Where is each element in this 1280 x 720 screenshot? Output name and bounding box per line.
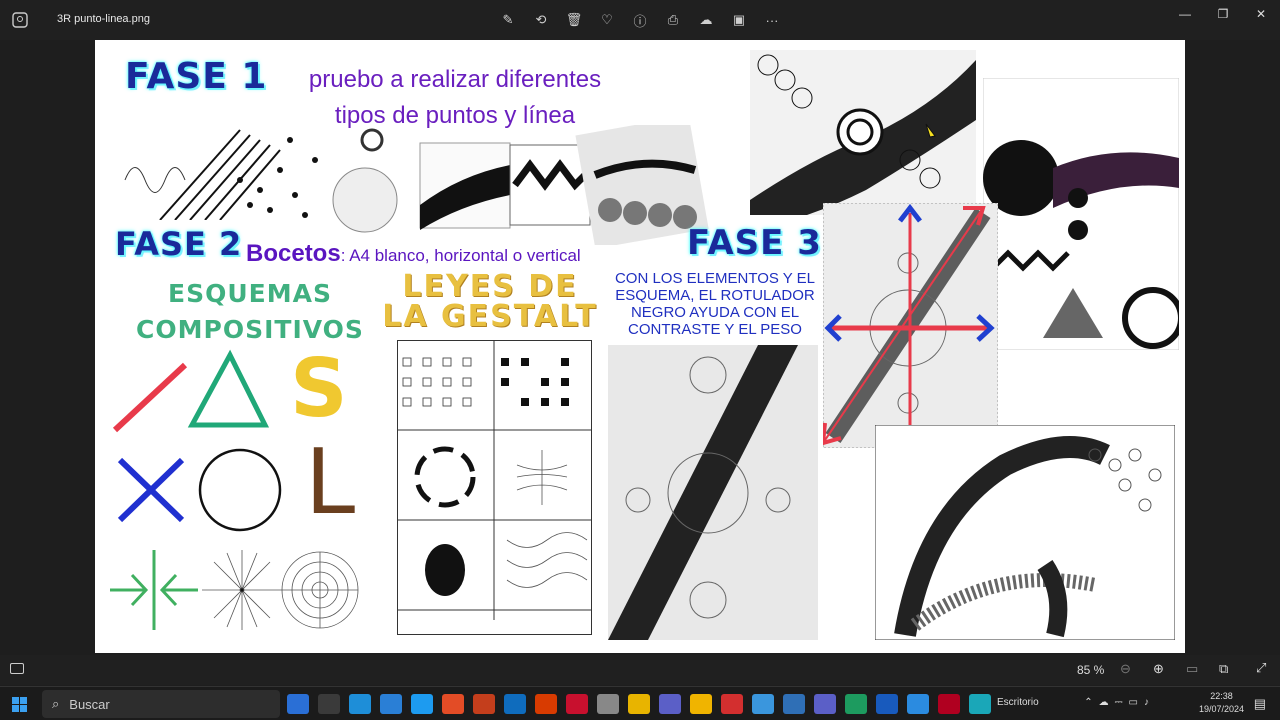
fase1-text-line1: pruebo a realizar diferentes [308,66,602,93]
fase3-line3: NEGRO AYUDA CON EL [630,304,800,321]
fase3-line2: ESQUEMA, EL ROTULADOR [615,287,815,304]
taskbar-app-icon-2[interactable] [318,694,340,714]
fase1-heading: FASE 1 [125,56,268,97]
close-button[interactable]: ✕ [1242,0,1280,28]
taskbar: ⌕ Buscar Escritorio ⌃☁⎓▭♪ 22:38 19/07/20… [0,686,1280,720]
maximize-button[interactable]: ❐ [1204,0,1242,28]
taskbar-app-icon-17[interactable] [783,694,805,714]
image-canvas[interactable]: FASE 1 pruebo a realizar diferentes tipo… [0,40,1280,655]
fullscreen-icon[interactable]: ⤢ [1256,660,1266,676]
windows-start-icon[interactable] [12,697,27,712]
minimize-button[interactable]: — [1166,0,1204,28]
esquemas-heading: ESQUEMAS COMPOSITIVOS [125,276,375,348]
triangle-scheme [187,349,270,428]
window-title: 3R punto-linea.png [57,13,150,25]
artwork-diagonal [608,345,818,640]
clock[interactable]: 22:38 19/07/2024 [1199,690,1244,716]
edit-icon[interactable]: ✎ [497,10,519,30]
bocetos-text: : A4 blanco, horizontal o vertical [340,246,581,265]
esquemas-line1: ESQUEMAS [168,279,332,308]
clock-date: 19/07/2024 [1198,704,1244,714]
zoom-level: 85 % [1077,663,1105,677]
fase3-description: CON LOS ELEMENTOS Y EL ESQUEMA, EL ROTUL… [600,270,830,338]
delete-icon[interactable]: 🗑 [563,10,585,30]
gestalt-laws-sheet [397,340,592,635]
taskbar-app-icon-7[interactable] [473,694,495,714]
taskbar-app-icon-16[interactable] [752,694,774,714]
taskbar-app-icon-23[interactable] [969,694,991,714]
fit-window-icon[interactable]: ▭ [1186,661,1198,677]
taskbar-app-icon-6[interactable] [442,694,464,714]
taskbar-app-icon-14[interactable] [690,694,712,714]
s-scheme: S [290,342,348,435]
taskbar-app-icon-11[interactable] [597,694,619,714]
search-icon: ⌕ [52,696,60,711]
taskbar-app-icon-13[interactable] [659,694,681,714]
pinned-apps [287,694,991,714]
artwork-circles [983,78,1179,350]
taskbar-app-icon-20[interactable] [876,694,898,714]
notifications-icon[interactable]: ▤ [1254,696,1266,712]
rotate-icon[interactable]: ⟲ [530,10,552,30]
fase3-line1: CON LOS ELEMENTOS Y EL [614,270,816,287]
fase3-line4: CONTRASTE Y EL PESO [628,321,802,338]
bocetos-label: Bocetos [246,240,341,267]
composition-arrows-diagram [823,203,998,448]
taskbar-app-icon-8[interactable] [504,694,526,714]
l-scheme: L [305,430,356,535]
taskbar-app-icon-21[interactable] [907,694,929,714]
gestalt-line2: LA GESTALT [382,299,598,334]
taskbar-app-icon-3[interactable] [349,694,371,714]
texture-samples [332,125,709,245]
title-bar: 3R punto-linea.png ✎ ⟲ 🗑 ♡ ⓘ ⎙ ☁ ▣ ··· — ❐ ✕ [0,0,1280,40]
taskbar-app-icon-18[interactable] [814,694,836,714]
search-placeholder: Buscar [69,696,110,712]
artwork-curves [875,425,1175,640]
artwork-wave [750,50,976,215]
taskbar-app-icon-12[interactable] [628,694,650,714]
status-bar: 85 % ⊖ ⊕ ▭ ⧉ ⤢ [0,655,1280,685]
taskbar-app-icon-1[interactable] [287,694,309,714]
diagonal-line-scheme [112,362,188,433]
info-icon[interactable]: ⓘ [629,10,651,30]
taskbar-app-icon-10[interactable] [566,694,588,714]
image-toolbar: ✎ ⟲ 🗑 ♡ ⓘ ⎙ ☁ ▣ ··· [497,10,783,30]
clock-time: 22:38 [1210,691,1233,701]
gestalt-heading: LEYES DE LA GESTALT [380,272,600,332]
print-icon[interactable]: ⎙ [662,10,684,30]
radial-scheme [202,550,282,630]
convergence-scheme [110,550,198,630]
taskbar-app-icon-22[interactable] [938,694,960,714]
gestalt-line1: LEYES DE [402,269,578,304]
taskbar-app-icon-5[interactable] [411,694,433,714]
zoom-in-icon[interactable]: ⊕ [1153,661,1164,677]
photos-app-icon [12,12,28,28]
actual-size-icon[interactable]: ⧉ [1219,661,1228,677]
fase3-heading: FASE 3 [687,223,822,263]
taskbar-search[interactable]: ⌕ Buscar [42,690,280,718]
point-line-sketch [124,129,318,220]
concentric-scheme [281,551,359,629]
filmstrip-icon[interactable] [10,663,24,674]
more-icon[interactable]: ··· [761,10,783,30]
desktop-toolbar[interactable]: Escritorio [997,697,1039,708]
taskbar-app-icon-15[interactable] [721,694,743,714]
taskbar-app-icon-19[interactable] [845,694,867,714]
bocetos-line: Bocetos: A4 blanco, horizontal o vertica… [246,240,581,268]
taskbar-app-icon-4[interactable] [380,694,402,714]
circle-scheme [198,448,282,532]
clipchamp-icon[interactable]: ▣ [728,10,750,30]
image-content: FASE 1 pruebo a realizar diferentes tipo… [95,40,1185,653]
system-tray[interactable]: ⌃☁⎓▭♪ [1084,697,1155,708]
zoom-out-icon[interactable]: ⊖ [1120,661,1131,677]
fase2-heading: FASE 2 [115,225,243,263]
taskbar-app-icon-9[interactable] [535,694,557,714]
favorite-icon[interactable]: ♡ [596,10,618,30]
onedrive-icon[interactable]: ☁ [695,10,717,30]
